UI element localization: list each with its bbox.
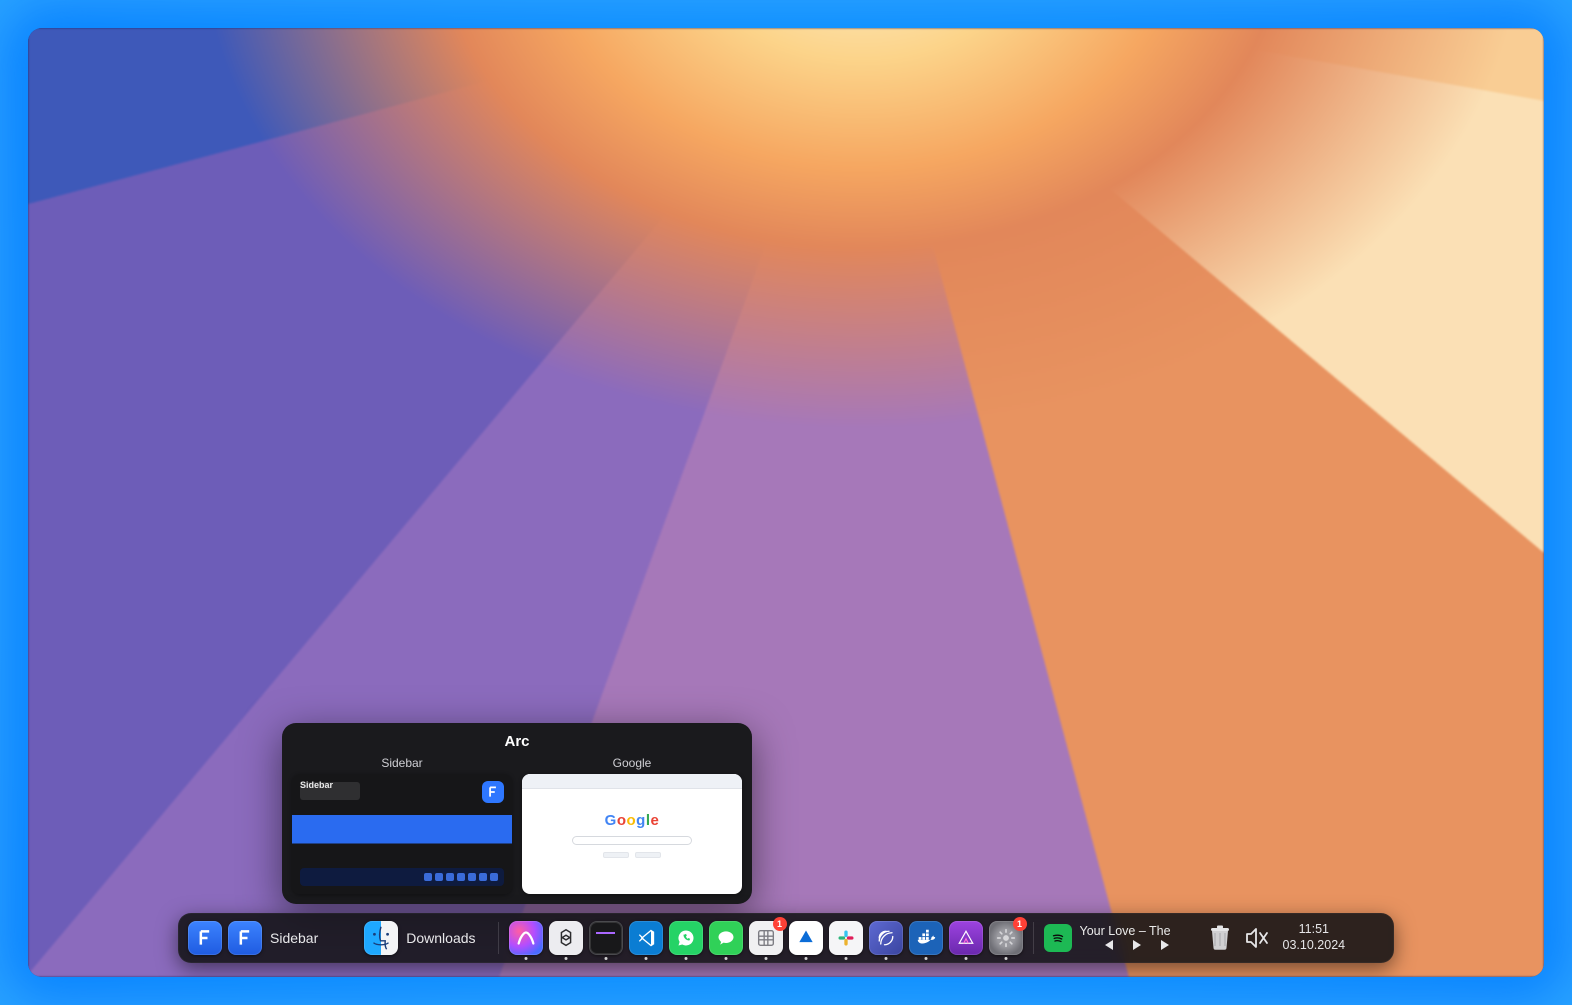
clock-time: 11:51: [1299, 922, 1329, 938]
whatsapp-icon: [669, 921, 703, 955]
dock-label: Sidebar: [270, 930, 318, 946]
dock-item-iterm[interactable]: [589, 921, 623, 955]
preview-window-label: Google: [522, 756, 742, 774]
sidebar-app-icon: [188, 921, 222, 955]
preview-thumbnail: Sidebar: [292, 774, 512, 894]
affinity-icon: [949, 921, 983, 955]
dock-item-linear[interactable]: [869, 921, 903, 955]
dock-item-affinity[interactable]: [949, 921, 983, 955]
dock-item-messages[interactable]: [709, 921, 743, 955]
dock-item-tableplus[interactable]: 1: [749, 921, 783, 955]
messages-icon: [709, 921, 743, 955]
dock-item-sidebar-labeled[interactable]: Sidebar: [228, 921, 330, 955]
preview-app-title: Arc: [292, 731, 742, 756]
media-title: Your Love – The: [1080, 924, 1175, 938]
fork-icon: [789, 921, 823, 955]
dock-label: Downloads: [406, 930, 475, 946]
docker-icon: [909, 921, 943, 955]
window-preview-popup: Arc Sidebar Sidebar Google: [282, 723, 752, 904]
media-play-icon[interactable]: [1132, 940, 1142, 953]
dock-separator: [1033, 922, 1034, 954]
badge: 1: [773, 917, 787, 931]
chatgpt-icon: [549, 921, 583, 955]
dock-item-slack[interactable]: [829, 921, 863, 955]
clock-date: 03.10.2024: [1283, 938, 1346, 954]
dock-item-chatgpt[interactable]: [549, 921, 583, 955]
slack-icon: [829, 921, 863, 955]
volume-mute-icon[interactable]: [1245, 928, 1269, 948]
badge: 1: [1013, 917, 1027, 931]
wallpaper: [28, 28, 1544, 977]
dock-item-sidebar-app[interactable]: [188, 921, 222, 955]
clock[interactable]: 11:51 03.10.2024: [1283, 922, 1346, 953]
dock-item-docker[interactable]: [909, 921, 943, 955]
arc-icon: [509, 921, 543, 955]
media-next-icon[interactable]: [1160, 940, 1172, 953]
dock-item-fork[interactable]: [789, 921, 823, 955]
preview-window-label: Sidebar: [292, 756, 512, 774]
preview-window[interactable]: Google Google: [522, 756, 742, 894]
dock-item-settings[interactable]: 1: [989, 921, 1023, 955]
dock-item-whatsapp[interactable]: [669, 921, 703, 955]
dock-separator: [498, 922, 499, 954]
trash-icon[interactable]: [1209, 925, 1231, 951]
sidebar-app-icon: [228, 921, 262, 955]
sidebar-icon: [482, 781, 504, 803]
spotify-icon: [1044, 924, 1072, 952]
dock-item-downloads[interactable]: Downloads: [364, 921, 487, 955]
media-prev-icon[interactable]: [1102, 940, 1114, 953]
vscode-icon: [629, 921, 663, 955]
finder-icon: [364, 921, 398, 955]
media-widget[interactable]: Your Love – The: [1044, 924, 1195, 953]
dock-item-arc[interactable]: [509, 921, 543, 955]
dock: Sidebar Downloads: [178, 913, 1394, 963]
dock-item-vscode[interactable]: [629, 921, 663, 955]
terminal-icon: [589, 921, 623, 955]
linear-icon: [869, 921, 903, 955]
preview-window[interactable]: Sidebar Sidebar: [292, 756, 512, 894]
desktop-screen: Arc Sidebar Sidebar Google: [28, 28, 1544, 977]
preview-thumbnail: Google: [522, 774, 742, 894]
